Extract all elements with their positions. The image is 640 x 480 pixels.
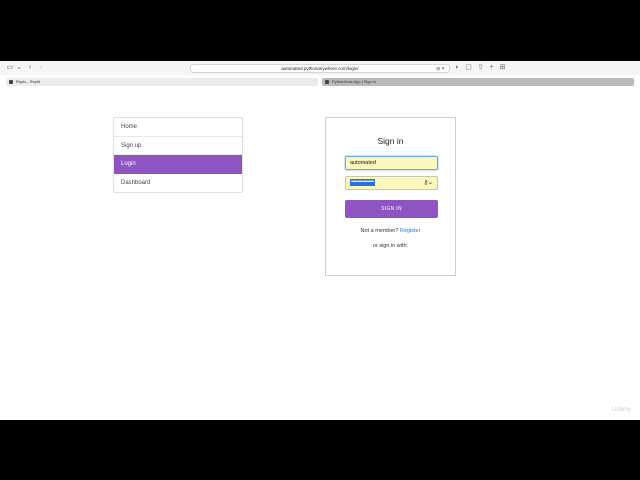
chevron-down-icon[interactable]: ⌄ xyxy=(16,64,22,72)
nav-item-dashboard[interactable]: Dashboard xyxy=(114,174,242,193)
signin-title: Sign in xyxy=(377,136,404,146)
tab-sign-in[interactable]: PythonHow App | Sign in xyxy=(322,78,634,86)
nav-list: Home Sign up Login Dashboard xyxy=(113,117,243,193)
tab-bar: Repls - Replit PythonHow App | Sign in xyxy=(0,76,640,87)
nav-item-login[interactable]: Login xyxy=(114,155,242,174)
sign-in-button[interactable]: SIGN IN xyxy=(345,200,438,218)
or-sign-in-text: or sign in with: xyxy=(372,243,409,249)
register-link[interactable]: Register xyxy=(400,228,420,234)
not-member-line: Not a member? Register xyxy=(326,228,455,234)
back-icon[interactable]: ‹ xyxy=(27,64,33,72)
shield-icon[interactable]: ◐ xyxy=(454,64,461,72)
tab-repls[interactable]: Repls - Replit xyxy=(6,78,318,86)
browser-toolbar: ▭ ⌄ ‹ › automated.pythonanywhere.com/log… xyxy=(0,61,640,75)
password-field[interactable]: •••••••••••••••••• ⚷⌄ xyxy=(345,176,438,190)
share-icon[interactable]: ⇧ xyxy=(477,64,484,72)
extension-icon[interactable]: ▢ xyxy=(465,64,472,72)
tab-label: Repls - Replit xyxy=(16,79,41,84)
username-value: automated xyxy=(350,160,376,166)
browser-window: ▭ ⌄ ‹ › automated.pythonanywhere.com/log… xyxy=(0,61,640,420)
address-bar[interactable]: automated.pythonanywhere.com/login/ ⊞ ✕ xyxy=(190,64,450,73)
nav-item-sign-up[interactable]: Sign up xyxy=(114,137,242,155)
key-icon[interactable]: ⚷⌄ xyxy=(424,177,433,189)
nav-item-home[interactable]: Home xyxy=(114,118,242,137)
udemy-watermark: Udemy xyxy=(612,407,632,413)
favicon-icon xyxy=(9,80,13,84)
tab-label: PythonHow App | Sign in xyxy=(332,79,376,84)
not-member-text: Not a member? xyxy=(360,228,399,234)
reader-icon[interactable]: ⊞ ✕ xyxy=(436,65,445,73)
tab-overview-icon[interactable]: ⊞ xyxy=(499,64,506,72)
forward-icon[interactable]: › xyxy=(38,64,44,72)
signin-card: Sign in automated •••••••••••••••••• ⚷⌄ … xyxy=(325,117,456,276)
screen: ▭ ⌄ ‹ › automated.pythonanywhere.com/log… xyxy=(0,0,640,480)
url-text: automated.pythonanywhere.com/login/ xyxy=(281,66,359,71)
new-tab-icon[interactable]: + xyxy=(488,64,495,72)
sidebar-toggle-icon[interactable]: ▭ xyxy=(6,64,14,72)
password-value: •••••••••••••••••• xyxy=(350,179,375,186)
favicon-icon xyxy=(325,80,329,84)
username-field[interactable]: automated xyxy=(345,156,438,170)
